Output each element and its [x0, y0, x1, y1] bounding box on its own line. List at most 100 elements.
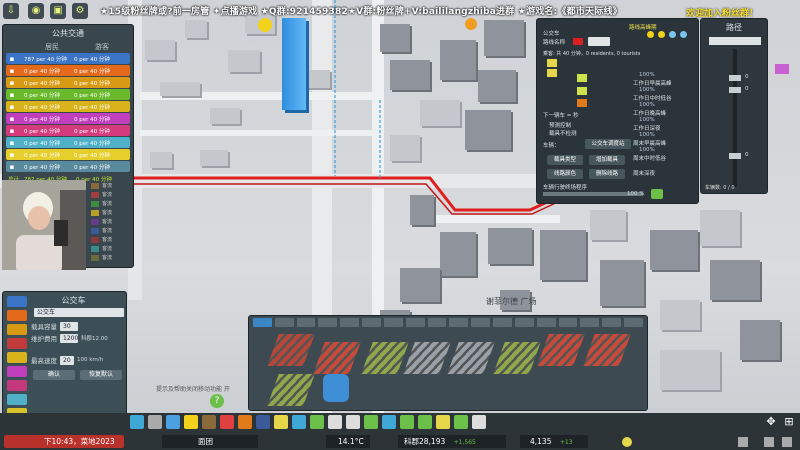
garbage-icon[interactable] [202, 415, 216, 429]
road-type-tile[interactable] [447, 342, 495, 374]
camera-icon[interactable] [738, 437, 748, 447]
road-category-tab[interactable] [536, 318, 556, 327]
moon-icon[interactable] [680, 31, 687, 38]
road-category-tab[interactable] [253, 318, 272, 327]
road-type-tile[interactable] [403, 342, 451, 374]
road-type-tile[interactable] [361, 342, 409, 374]
speed-bar[interactable] [709, 37, 761, 45]
speed-slider-track[interactable] [733, 49, 737, 187]
road-category-tab[interactable] [602, 318, 622, 327]
district-icon[interactable] [382, 415, 396, 429]
road-category-tab[interactable] [362, 318, 381, 327]
speed-input[interactable]: 20 [60, 355, 74, 365]
road-category-tab[interactable] [514, 318, 534, 327]
delete-line-button[interactable]: 删除线路 [589, 169, 625, 179]
speed-slider-handle[interactable] [729, 75, 741, 81]
road-category-tab[interactable] [383, 318, 403, 327]
road-type-tile[interactable] [267, 334, 315, 366]
settings-icon[interactable]: ⚙ [72, 3, 88, 19]
beauty-icon[interactable] [310, 415, 324, 429]
road-type-tile[interactable] [313, 342, 361, 374]
police-icon[interactable] [256, 415, 270, 429]
health-icon[interactable] [220, 415, 234, 429]
ship-icon[interactable] [7, 380, 27, 391]
screenshot-icon[interactable] [764, 437, 774, 447]
transit-row[interactable]: ▪ 0 per 40 分钟 0 per 40 分钟 [6, 65, 130, 76]
ruler-icon[interactable] [436, 415, 450, 429]
transit-row[interactable]: ▪ 0 per 40 分钟 0 per 40 分钟 [6, 113, 130, 124]
sun-icon[interactable] [658, 31, 665, 38]
robot-icon[interactable] [323, 374, 349, 402]
metro-icon[interactable] [7, 338, 27, 349]
monorail-icon[interactable] [7, 366, 27, 377]
fire-icon[interactable] [238, 415, 252, 429]
water-icon[interactable] [166, 415, 180, 429]
maintenance-input[interactable]: 1200 [60, 333, 78, 343]
transit-row[interactable]: ▪ 0 per 40 分钟 0 per 40 分钟 [6, 161, 130, 172]
info-view-button[interactable]: 面团 [162, 435, 258, 448]
transit-row[interactable]: ▪ 0 per 40 分钟 0 per 40 分钟 [6, 125, 130, 136]
add-vehicle-button[interactable]: 增加载具 [589, 155, 625, 165]
menu-icon[interactable] [782, 437, 792, 447]
camera-icon[interactable]: ▣ [50, 3, 66, 19]
apply-icon[interactable] [651, 189, 663, 199]
moon-icon[interactable] [669, 31, 676, 38]
sun-icon[interactable] [647, 31, 654, 38]
vehicle-select[interactable]: 公交车 [34, 308, 124, 317]
line-color-button[interactable]: 线路颜色 [547, 169, 583, 179]
trolley-icon[interactable] [7, 310, 27, 321]
date-display[interactable]: 下10:43，菜地2023 [4, 435, 124, 448]
tram-icon[interactable] [7, 324, 27, 335]
depot-button[interactable]: 公交车调度站 [585, 139, 631, 149]
road-category-tab[interactable] [471, 318, 491, 327]
train-icon[interactable] [7, 352, 27, 363]
zone-icon[interactable] [130, 415, 144, 429]
road-type-tile[interactable] [537, 334, 585, 366]
road-category-tab[interactable] [558, 318, 578, 327]
bus-icon[interactable] [7, 296, 27, 307]
transit-row[interactable]: ▪ 0 per 40 分钟 0 per 40 分钟 [6, 149, 130, 160]
road-type-tile[interactable] [583, 334, 631, 366]
transit-row[interactable]: ▪ 787 per 40 分钟 0 per 40 分钟 [6, 53, 130, 64]
road-category-tab[interactable] [274, 318, 294, 327]
transit-row[interactable]: ▪ 0 per 40 分钟 0 per 40 分钟 [6, 101, 130, 112]
transport-icon[interactable] [292, 415, 306, 429]
transit-row[interactable]: ▪ 0 per 40 分钟 0 per 40 分钟 [6, 77, 130, 88]
road-category-tab[interactable] [296, 318, 316, 327]
money-icon[interactable] [418, 415, 432, 429]
road-type-tile[interactable] [267, 374, 315, 406]
transit-row[interactable]: ▪ 0 per 40 分钟 0 per 40 分钟 [6, 89, 130, 100]
road-category-tab[interactable] [624, 318, 643, 327]
move-icon[interactable]: ✥ [764, 415, 778, 429]
policy-icon[interactable] [400, 415, 414, 429]
option-predict[interactable]: 预测控制 [549, 121, 571, 129]
speed-slider-handle[interactable] [729, 153, 741, 159]
road-category-tab[interactable] [580, 318, 600, 327]
electricity-icon[interactable] [184, 415, 198, 429]
plane-icon[interactable] [7, 394, 27, 405]
option-no-detect[interactable]: 载具不检测 [549, 129, 577, 137]
monument-icon[interactable] [328, 415, 342, 429]
help-icon[interactable]: ? [210, 394, 224, 408]
road-category-tab[interactable] [449, 318, 469, 327]
landscape-icon[interactable] [364, 415, 378, 429]
restore-default-button[interactable]: 恢复默认 [80, 370, 122, 380]
road-category-tab[interactable] [493, 318, 512, 327]
line-color-swatch[interactable] [573, 38, 583, 45]
road-category-tab[interactable] [318, 318, 338, 327]
line-name-input[interactable] [588, 37, 610, 46]
confirm-button[interactable]: 确认 [33, 370, 75, 380]
download-icon[interactable]: ⇩ [3, 3, 19, 19]
bulldozer-icon[interactable] [472, 415, 486, 429]
transit-row[interactable]: ▪ 0 per 40 分钟 0 per 40 分钟 [6, 137, 130, 148]
road-category-tab[interactable] [427, 318, 447, 327]
speed-slider-handle[interactable] [729, 87, 741, 93]
road-category-tab[interactable] [405, 318, 425, 327]
marker-icon[interactable] [775, 64, 789, 74]
tree-icon[interactable] [454, 415, 468, 429]
road-type-tile[interactable] [493, 342, 541, 374]
vehicle-type-button[interactable]: 载具类型 [547, 155, 583, 165]
wonder-icon[interactable] [346, 415, 360, 429]
capacity-input[interactable]: 30 [60, 321, 78, 331]
road-category-tab[interactable] [340, 318, 360, 327]
